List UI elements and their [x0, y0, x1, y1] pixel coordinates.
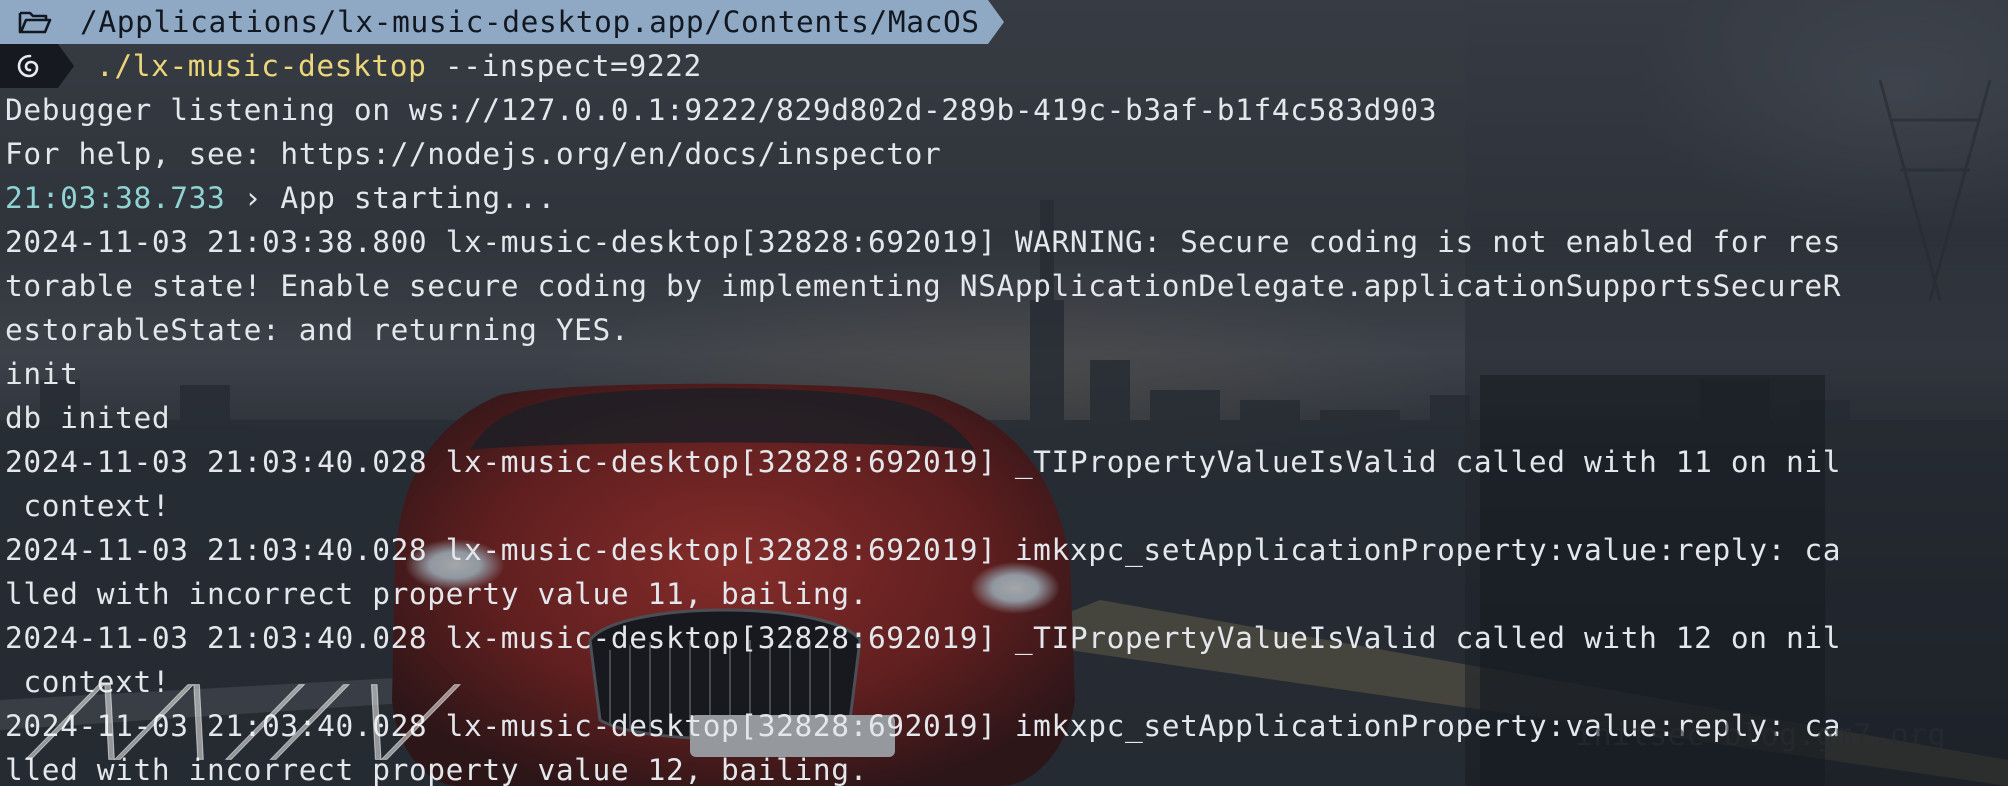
- output-line: 2024-11-03 21:03:40.028 lx-music-desktop…: [5, 621, 1842, 655]
- command-line[interactable]: ./lx-music-desktop --inspect=9222: [0, 44, 702, 88]
- command-arguments: --inspect=9222: [426, 49, 702, 83]
- output-line: context!: [5, 489, 171, 523]
- log-message: › App starting...: [225, 181, 556, 215]
- command-executable: ./lx-music-desktop: [96, 49, 427, 83]
- output-line: lled with incorrect property value 11, b…: [5, 577, 868, 611]
- output-line: Debugger listening on ws://127.0.0.1:922…: [5, 93, 1438, 127]
- terminal-window[interactable]: /Applications/lx-music-desktop.app/Conte…: [0, 0, 2008, 786]
- output-line: For help, see: https://nodejs.org/en/doc…: [5, 137, 942, 171]
- output-line: 2024-11-03 21:03:38.800 lx-music-desktop…: [5, 225, 1842, 259]
- watermark-signature: ╱╲╱╲ ╱╱ ╲╱: [32, 687, 448, 759]
- prompt-path-segment: /Applications/lx-music-desktop.app/Conte…: [0, 0, 1004, 44]
- output-line: estorableState: and returning YES.: [5, 313, 630, 347]
- output-line: db inited: [5, 401, 171, 435]
- output-line: 2024-11-03 21:03:40.028 lx-music-desktop…: [5, 533, 1842, 567]
- log-timestamp: 21:03:38.733: [5, 181, 226, 215]
- current-directory-path: /Applications/lx-music-desktop.app/Conte…: [80, 5, 980, 39]
- debian-swirl-icon: [17, 54, 39, 78]
- output-line: torable state! Enable secure coding by i…: [5, 269, 1842, 303]
- watermark-text: initsec blog.gm7.org: [1575, 718, 1947, 753]
- output-line: 2024-11-03 21:03:40.028 lx-music-desktop…: [5, 445, 1842, 479]
- output-line: 21:03:38.733 › App starting...: [5, 176, 556, 220]
- folder-open-icon: [18, 11, 52, 34]
- output-line: init: [5, 357, 79, 391]
